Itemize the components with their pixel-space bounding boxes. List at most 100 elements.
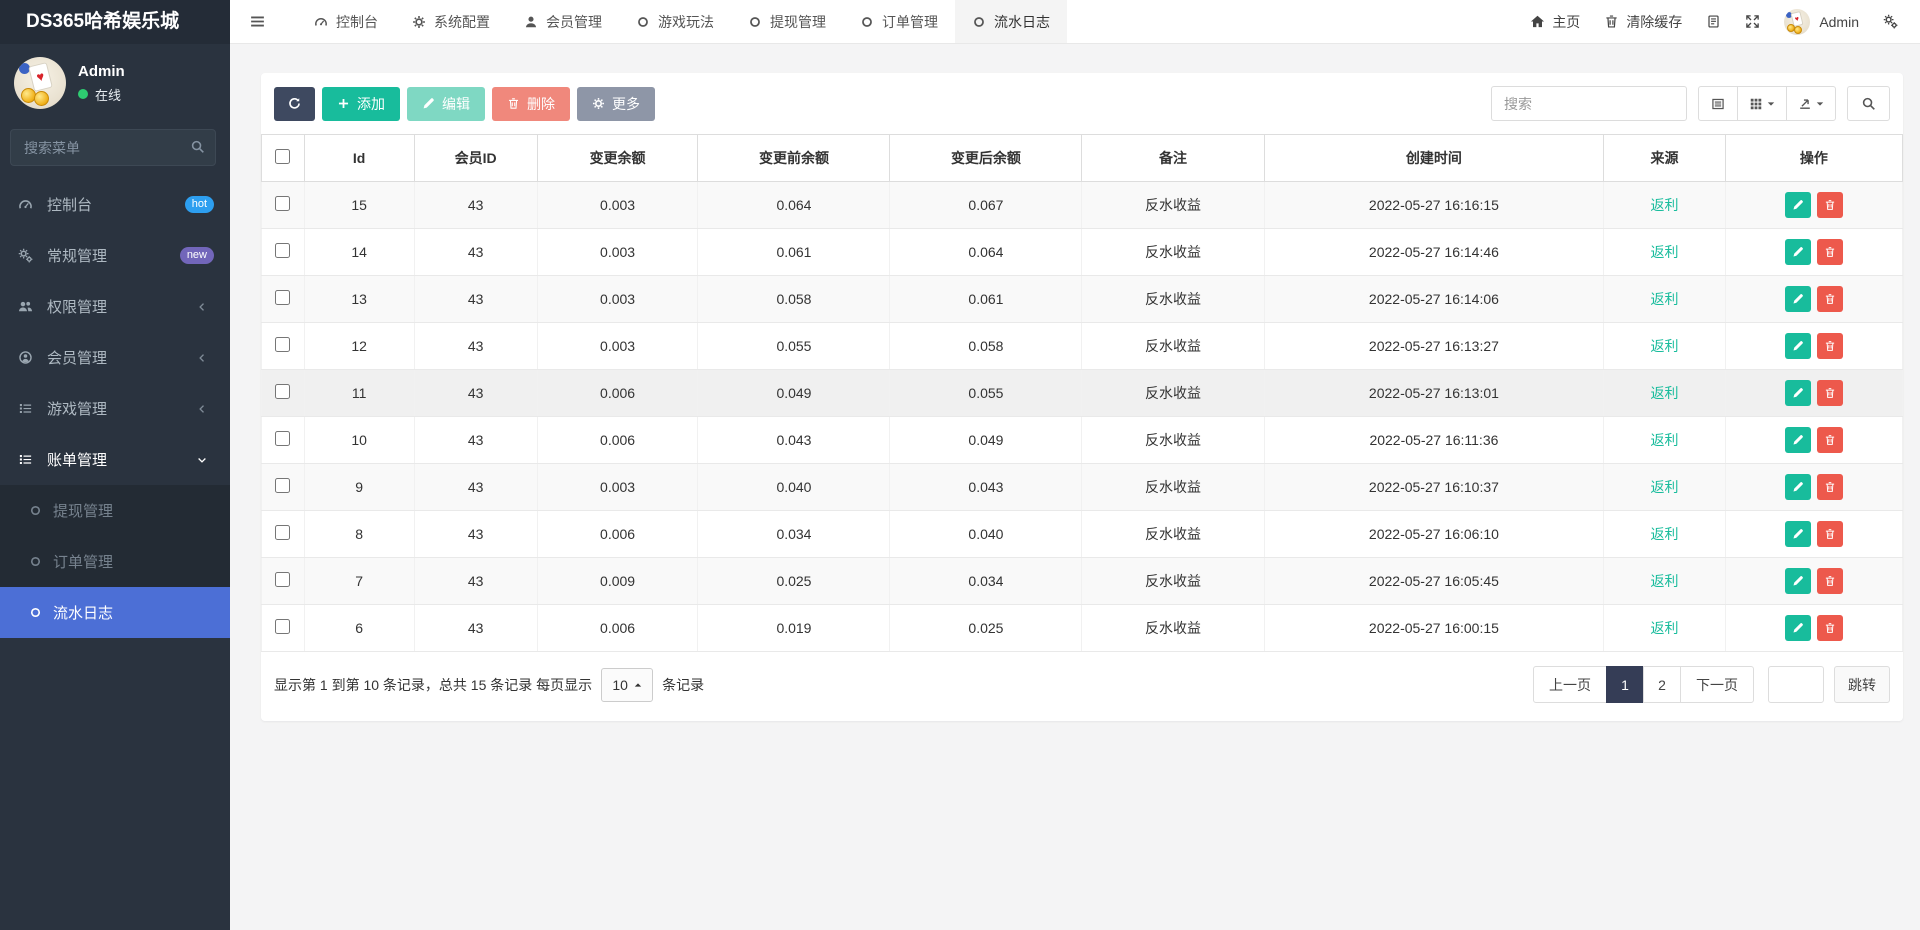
source-link[interactable]: 返利	[1650, 620, 1678, 636]
column-header[interactable]: 会员ID	[414, 135, 537, 182]
hamburger-icon[interactable]	[230, 0, 285, 43]
row-edit-button[interactable]	[1785, 427, 1811, 453]
table-row[interactable]: 12430.0030.0550.058反水收益2022-05-27 16:13:…	[262, 323, 1903, 370]
row-edit-button[interactable]	[1785, 333, 1811, 359]
row-checkbox[interactable]	[275, 619, 290, 634]
source-link[interactable]: 返利	[1650, 479, 1678, 495]
column-header[interactable]: 操作	[1725, 135, 1902, 182]
more-button[interactable]: 更多	[577, 87, 655, 121]
column-header[interactable]: 创建时间	[1264, 135, 1604, 182]
topnav-user[interactable]: ♥ Admin	[1784, 9, 1859, 35]
row-delete-button[interactable]	[1817, 239, 1843, 265]
row-delete-button[interactable]	[1817, 568, 1843, 594]
table-row[interactable]: 14430.0030.0610.064反水收益2022-05-27 16:14:…	[262, 229, 1903, 276]
refresh-button[interactable]	[274, 87, 315, 121]
sidebar-item-dashboard[interactable]: 控制台hot	[0, 179, 230, 230]
page-button-2[interactable]: 2	[1643, 666, 1681, 703]
source-link[interactable]: 返利	[1650, 291, 1678, 307]
row-checkbox[interactable]	[275, 196, 290, 211]
topnav-item-game-play[interactable]: 游戏玩法	[619, 0, 731, 43]
next-page-button[interactable]: 下一页	[1680, 666, 1754, 703]
columns-button[interactable]	[1737, 86, 1787, 121]
sidebar-search-input[interactable]	[10, 129, 216, 166]
select-all-checkbox[interactable]	[275, 149, 290, 164]
source-link[interactable]: 返利	[1650, 385, 1678, 401]
sidebar-item-permissions[interactable]: 权限管理	[0, 281, 230, 332]
column-header[interactable]: 备注	[1082, 135, 1264, 182]
row-checkbox[interactable]	[275, 384, 290, 399]
row-edit-button[interactable]	[1785, 192, 1811, 218]
row-delete-button[interactable]	[1817, 333, 1843, 359]
column-header[interactable]: 变更余额	[537, 135, 698, 182]
row-delete-button[interactable]	[1817, 192, 1843, 218]
table-row[interactable]: 8430.0060.0340.040反水收益2022-05-27 16:06:1…	[262, 511, 1903, 558]
row-checkbox[interactable]	[275, 337, 290, 352]
page-button-1[interactable]: 1	[1606, 666, 1644, 703]
source-link[interactable]: 返利	[1650, 197, 1678, 213]
source-link[interactable]: 返利	[1650, 244, 1678, 260]
edit-button[interactable]: 编辑	[407, 87, 485, 121]
column-header[interactable]: 来源	[1604, 135, 1725, 182]
jump-page-input[interactable]	[1768, 666, 1824, 703]
topnav-item-system-config[interactable]: 系统配置	[395, 0, 507, 43]
row-checkbox[interactable]	[275, 525, 290, 540]
sidebar-item-billing[interactable]: 账单管理	[0, 434, 230, 485]
table-row[interactable]: 15430.0030.0640.067反水收益2022-05-27 16:16:…	[262, 182, 1903, 229]
source-link[interactable]: 返利	[1650, 526, 1678, 542]
source-link[interactable]: 返利	[1650, 338, 1678, 354]
row-edit-button[interactable]	[1785, 474, 1811, 500]
row-delete-button[interactable]	[1817, 521, 1843, 547]
export-button[interactable]	[1786, 86, 1836, 121]
row-checkbox[interactable]	[275, 290, 290, 305]
topnav-item-members[interactable]: 会员管理	[507, 0, 619, 43]
brand[interactable]: DS365哈希娱乐城	[0, 0, 230, 44]
prev-page-button[interactable]: 上一页	[1533, 666, 1607, 703]
sidebar-subitem-withdraw[interactable]: 提现管理	[0, 485, 230, 536]
topnav-item-orders[interactable]: 订单管理	[843, 0, 955, 43]
row-delete-button[interactable]	[1817, 474, 1843, 500]
add-button[interactable]: 添加	[322, 87, 400, 121]
delete-button[interactable]: 删除	[492, 87, 570, 121]
sidebar-subitem-orders[interactable]: 订单管理	[0, 536, 230, 587]
sidebar-item-members[interactable]: 会员管理	[0, 332, 230, 383]
row-delete-button[interactable]	[1817, 286, 1843, 312]
source-link[interactable]: 返利	[1650, 432, 1678, 448]
topnav-item-dashboard[interactable]: 控制台	[297, 0, 395, 43]
settings-cogs-icon[interactable]	[1883, 14, 1898, 29]
row-checkbox[interactable]	[275, 243, 290, 258]
row-edit-button[interactable]	[1785, 615, 1811, 641]
home-link[interactable]: 主页	[1530, 12, 1580, 32]
row-edit-button[interactable]	[1785, 568, 1811, 594]
table-row[interactable]: 10430.0060.0430.049反水收益2022-05-27 16:11:…	[262, 417, 1903, 464]
sidebar-item-general[interactable]: 常规管理new	[0, 230, 230, 281]
fullscreen-icon[interactable]	[1745, 14, 1760, 29]
row-delete-button[interactable]	[1817, 615, 1843, 641]
row-edit-button[interactable]	[1785, 286, 1811, 312]
detail-view-button[interactable]	[1698, 86, 1738, 121]
sidebar-subitem-flow-logs[interactable]: 流水日志	[0, 587, 230, 638]
row-edit-button[interactable]	[1785, 521, 1811, 547]
column-header[interactable]: 变更后余额	[890, 135, 1082, 182]
column-header[interactable]: 变更前余额	[698, 135, 890, 182]
topnav-item-flow-logs[interactable]: 流水日志	[955, 0, 1067, 43]
clear-cache-link[interactable]: 清除缓存	[1604, 12, 1682, 32]
source-link[interactable]: 返利	[1650, 573, 1678, 589]
row-checkbox[interactable]	[275, 572, 290, 587]
sidebar-item-games[interactable]: 游戏管理	[0, 383, 230, 434]
table-row[interactable]: 11430.0060.0490.055反水收益2022-05-27 16:13:…	[262, 370, 1903, 417]
table-row[interactable]: 13430.0030.0580.061反水收益2022-05-27 16:14:…	[262, 276, 1903, 323]
log-icon[interactable]	[1706, 14, 1721, 29]
row-checkbox[interactable]	[275, 431, 290, 446]
row-checkbox[interactable]	[275, 478, 290, 493]
row-edit-button[interactable]	[1785, 380, 1811, 406]
jump-button[interactable]: 跳转	[1834, 666, 1890, 703]
row-delete-button[interactable]	[1817, 380, 1843, 406]
search-button[interactable]	[1847, 86, 1890, 121]
row-delete-button[interactable]	[1817, 427, 1843, 453]
table-search-input[interactable]	[1491, 86, 1687, 121]
topnav-item-withdraw[interactable]: 提现管理	[731, 0, 843, 43]
row-edit-button[interactable]	[1785, 239, 1811, 265]
table-row[interactable]: 9430.0030.0400.043反水收益2022-05-27 16:10:3…	[262, 464, 1903, 511]
page-size-dropdown[interactable]: 10	[601, 668, 653, 702]
table-row[interactable]: 6430.0060.0190.025反水收益2022-05-27 16:00:1…	[262, 605, 1903, 652]
